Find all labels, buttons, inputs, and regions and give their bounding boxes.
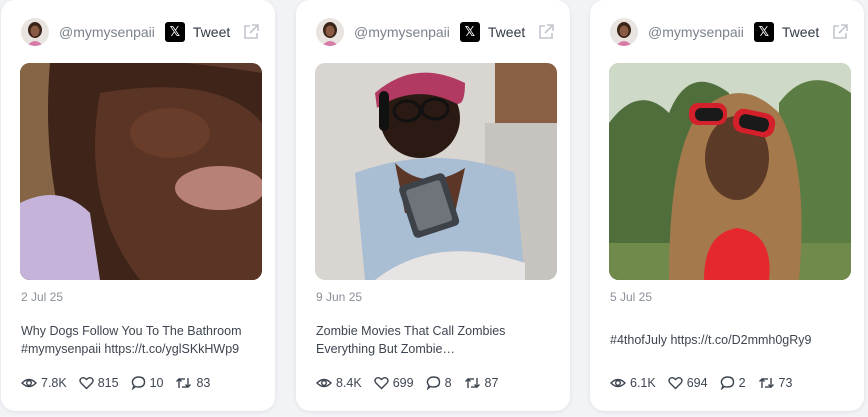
avatar[interactable] [316, 18, 344, 46]
engagement-stats: 6.1K 694 2 73 [610, 376, 804, 390]
replies-count: 8 [444, 376, 452, 390]
views-count: 7.8K [41, 376, 67, 390]
replies-count: 2 [738, 376, 746, 390]
likes-stat: 699 [374, 376, 414, 390]
likes-count: 699 [392, 376, 414, 390]
replies-stat: 8 [426, 376, 452, 390]
post-text[interactable]: Zombie Movies That Call Zombies Everythi… [316, 322, 556, 358]
x-logo-icon: 𝕏 [459, 22, 480, 42]
post-date: 5 Jul 25 [610, 290, 653, 304]
external-link-icon[interactable] [241, 22, 261, 42]
likes-stat: 815 [79, 376, 119, 390]
heart-icon [79, 377, 94, 390]
retweets-count: 87 [484, 376, 499, 390]
card-header: @mymysenpaii 𝕏 Tweet [21, 16, 261, 48]
eye-icon [21, 378, 37, 388]
eye-icon [316, 378, 332, 388]
reply-icon [720, 376, 734, 390]
eye-icon [610, 378, 626, 388]
avatar[interactable] [21, 18, 49, 46]
post-text-line: Zombie Movies That Call Zombies [316, 324, 506, 338]
retweet-icon [464, 378, 480, 388]
post-text-line: #mymysenpaii https://t.co/yglSKkHWp9 [21, 342, 240, 356]
views-count: 6.1K [630, 376, 656, 390]
external-link-icon[interactable] [536, 22, 556, 42]
retweets-count: 73 [778, 376, 793, 390]
retweets-stat: 83 [175, 376, 210, 390]
heart-icon [668, 377, 683, 390]
author-handle[interactable]: @mymysenpaii [648, 24, 744, 40]
author-handle[interactable]: @mymysenpaii [59, 24, 155, 40]
likes-count: 815 [97, 376, 119, 390]
post-text-line: Everything But Zombie… [316, 342, 455, 356]
author-handle[interactable]: @mymysenpaii [354, 24, 450, 40]
tweet-card[interactable]: @mymysenpaii 𝕏 Tweet 9 Jun 25 Zombie Mov… [296, 0, 570, 411]
replies-stat: 10 [131, 376, 164, 390]
tweet-label[interactable]: Tweet [488, 24, 525, 40]
tweet-card[interactable]: @mymysenpaii 𝕏 Tweet 2 Jul 25 Why Dogs F… [1, 0, 275, 411]
retweets-count: 83 [196, 376, 211, 390]
tweet-card[interactable]: @mymysenpaii 𝕏 Tweet 5 Jul 25 #4thofJuly… [590, 0, 864, 411]
tweet-label[interactable]: Tweet [782, 24, 819, 40]
external-link-icon[interactable] [830, 22, 850, 42]
post-text-line: Why Dogs Follow You To The Bathroom [21, 324, 242, 338]
replies-stat: 2 [720, 376, 746, 390]
post-text-line: #4thofJuly https://t.co/D2mmh0gRy9 [610, 333, 812, 347]
card-header: @mymysenpaii 𝕏 Tweet [610, 16, 850, 48]
views-stat: 8.4K [316, 376, 362, 390]
views-stat: 6.1K [610, 376, 656, 390]
card-header: @mymysenpaii 𝕏 Tweet [316, 16, 556, 48]
engagement-stats: 7.8K 815 10 83 [21, 376, 222, 390]
post-text[interactable]: Why Dogs Follow You To The Bathroom #mym… [21, 322, 261, 358]
post-date: 9 Jun 25 [316, 290, 363, 304]
retweet-icon [758, 378, 774, 388]
x-logo-icon: 𝕏 [164, 22, 185, 42]
retweets-stat: 73 [758, 376, 793, 390]
heart-icon [374, 377, 389, 390]
views-count: 8.4K [336, 376, 362, 390]
engagement-stats: 8.4K 699 8 87 [316, 376, 510, 390]
media-thumbnail[interactable] [315, 63, 557, 280]
media-thumbnail[interactable] [20, 63, 262, 280]
views-stat: 7.8K [21, 376, 67, 390]
retweet-icon [176, 378, 192, 388]
post-text[interactable]: #4thofJuly https://t.co/D2mmh0gRy9 [610, 331, 850, 349]
reply-icon [131, 376, 145, 390]
x-logo-icon: 𝕏 [753, 22, 774, 42]
retweets-stat: 87 [464, 376, 499, 390]
likes-count: 694 [686, 376, 708, 390]
post-date: 2 Jul 25 [21, 290, 64, 304]
reply-icon [426, 376, 440, 390]
tweet-label[interactable]: Tweet [193, 24, 230, 40]
likes-stat: 694 [668, 376, 708, 390]
replies-count: 10 [149, 376, 164, 390]
avatar[interactable] [610, 18, 638, 46]
media-thumbnail[interactable] [609, 63, 851, 280]
